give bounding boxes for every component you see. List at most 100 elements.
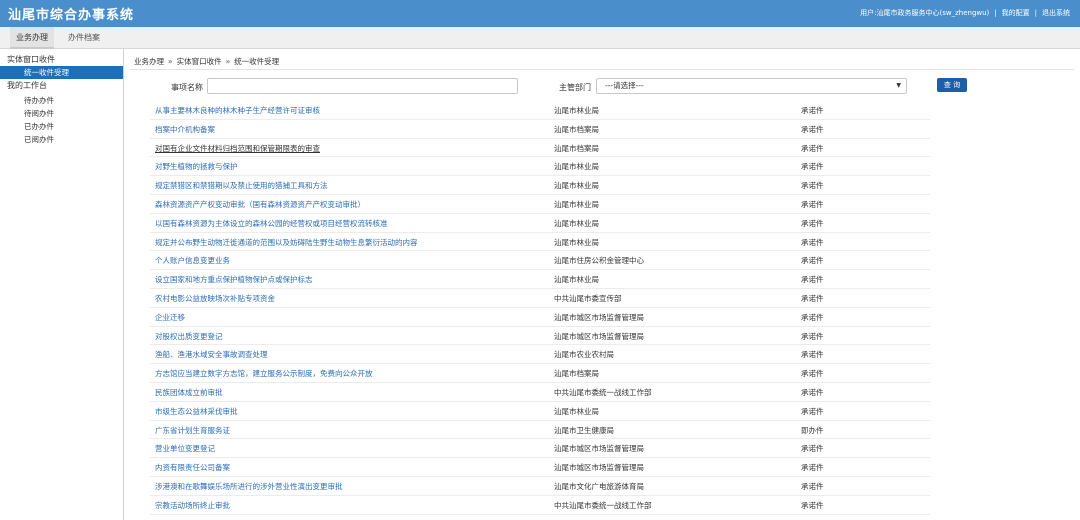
breadcrumb-item[interactable]: 实体窗口收件 xyxy=(177,57,222,66)
item-name-label: 事项名称 xyxy=(171,83,203,92)
list-item: 规定禁猎区和禁猎期以及禁止使用的猎捕工具和方法 汕尾市林业局 承诺件 xyxy=(150,176,930,195)
list-item: 渔船、渔港水域安全事故调查处理 汕尾市农业农村局 承诺件 xyxy=(150,345,930,365)
list-item: 营业单位变更登记 汕尾市城区市场监督管理局 承诺件 xyxy=(150,439,930,459)
user-info-bar: 用户:汕尾市政务服务中心(sw_zhengwu) | 我的配置 | 退出系统 xyxy=(860,8,1070,18)
item-type: 承诺件 xyxy=(801,481,824,491)
list-item: 以国有森林资源为主体设立的森林公园的经营权或项目经营权流转核准 汕尾市林业局 承诺件 xyxy=(150,214,930,233)
item-dept: 汕尾市档案局 xyxy=(554,124,599,134)
logout-link[interactable]: 退出系统 xyxy=(1042,9,1070,17)
item-name-link[interactable]: 对国有企业文件材料归档范围和保管期限表的审查 xyxy=(155,143,320,154)
breadcrumb-divider xyxy=(130,69,1074,70)
sidebar-item-todo[interactable]: 待办办件 xyxy=(0,94,123,107)
item-dept: 汕尾市城区市场监督管理局 xyxy=(554,444,644,454)
list-item: 森林资源资产产权变动审批（国有森林资源资产产权变动审批） 汕尾市林业局 承诺件 xyxy=(150,195,930,214)
item-type: 承诺件 xyxy=(801,218,824,228)
tab-business[interactable]: 业务办理 xyxy=(10,27,54,49)
item-type: 承诺件 xyxy=(801,463,824,473)
list-item: 设立国家和地方重点保护植物保护点或保护标志 汕尾市林业局 承诺件 xyxy=(150,270,930,289)
item-name-link[interactable]: 规定禁猎区和禁猎期以及禁止使用的猎捕工具和方法 xyxy=(155,180,328,191)
sidebar-group-workbench[interactable]: 我的工作台 xyxy=(0,79,123,92)
list-item: 从事主要林木良种的林木种子生产经营许可证审核 汕尾市林业局 承诺件 xyxy=(150,101,930,120)
dept-label: 主管部门 xyxy=(559,83,591,92)
item-name-input[interactable] xyxy=(207,78,518,94)
item-dept: 汕尾市林业局 xyxy=(554,218,599,228)
item-name-link[interactable]: 以国有森林资源为主体设立的森林公园的经营权或项目经营权流转核准 xyxy=(155,218,388,229)
item-name-link[interactable]: 渔船、渔港水域安全事故调查处理 xyxy=(155,349,268,360)
sidebar: 实体窗口收件 统一收件受理 我的工作台 待办办件 待阅办件 已办办件 已阅办件 xyxy=(0,49,124,520)
dept-select-value: ---请选择--- xyxy=(605,81,644,90)
item-type: 即办件 xyxy=(801,425,824,435)
sidebar-item-done[interactable]: 已办办件 xyxy=(0,120,123,133)
item-name-link[interactable]: 营业单位变更登记 xyxy=(155,443,215,454)
tab-archive[interactable]: 办件档案 xyxy=(62,27,106,49)
item-dept: 汕尾市农业农村局 xyxy=(554,350,614,360)
item-type: 承诺件 xyxy=(801,331,824,341)
item-dept: 汕尾市林业局 xyxy=(554,199,599,209)
item-dept: 汕尾市林业局 xyxy=(554,237,599,247)
list-item: 对国有企业文件材料归档范围和保管期限表的审查 汕尾市档案局 承诺件 xyxy=(150,139,930,158)
list-item: 市级生态公益林采伐审批 汕尾市林业局 承诺件 xyxy=(150,402,930,421)
item-type: 承诺件 xyxy=(801,124,824,134)
item-type: 承诺件 xyxy=(801,444,824,454)
item-dept: 汕尾市林业局 xyxy=(554,106,599,115)
item-name-link[interactable]: 档案中介机构备案 xyxy=(155,124,215,135)
breadcrumb-item[interactable]: 业务办理 xyxy=(134,57,164,66)
item-type: 承诺件 xyxy=(801,181,824,191)
item-type: 承诺件 xyxy=(801,106,824,115)
item-name-link[interactable]: 涉港澳和在歌舞娱乐场所进行的涉外营业性演出变更审批 xyxy=(155,481,343,492)
sidebar-group-window-intake[interactable]: 实体窗口收件 xyxy=(0,53,123,66)
item-name-link[interactable]: 设立国家和地方重点保护植物保护点或保护标志 xyxy=(155,274,313,285)
item-name-link[interactable]: 广东省计划生育服务证 xyxy=(155,425,230,436)
item-name-link[interactable]: 规定并公布野生动物迁徙通道的范围以及妨碍陆生野生动物生息繁衍活动的内容 xyxy=(155,237,418,248)
item-name-link[interactable]: 方志馆应当建立数字方志馆，建立服务公示制度，免费向公众开放 xyxy=(155,368,373,379)
my-config-link[interactable]: 我的配置 xyxy=(1002,9,1030,17)
item-type: 承诺件 xyxy=(801,237,824,247)
item-dept: 汕尾市档案局 xyxy=(554,143,599,153)
item-type: 承诺件 xyxy=(801,199,824,209)
item-dept: 汕尾市林业局 xyxy=(554,275,599,285)
item-name-link[interactable]: 对股权出质变更登记 xyxy=(155,331,223,342)
item-name-link[interactable]: 企业迁移 xyxy=(155,312,185,323)
item-name-link[interactable]: 个人账户信息变更业务 xyxy=(155,255,230,266)
list-item: 规定并公布野生动物迁徙通道的范围以及妨碍陆生野生动物生息繁衍活动的内容 汕尾市林业… xyxy=(150,233,930,252)
app-title: 汕尾市综合办事系统 xyxy=(8,8,135,23)
item-type: 承诺件 xyxy=(801,143,824,153)
chevron-down-icon: ▼ xyxy=(896,82,901,89)
main-tab-bar: 业务办理 办件档案 xyxy=(0,27,1080,49)
item-name-link[interactable]: 农村电影公益放映场次补贴专项资金 xyxy=(155,293,275,304)
item-name-link[interactable]: 从事主要林木良种的林木种子生产经营许可证审核 xyxy=(155,105,320,116)
list-item: 对股权出质变更登记 汕尾市城区市场监督管理局 承诺件 xyxy=(150,327,930,346)
item-type: 承诺件 xyxy=(801,369,824,379)
item-dept: 汕尾市卫生健康局 xyxy=(554,425,614,435)
item-type: 承诺件 xyxy=(801,406,824,416)
item-dept: 中共汕尾市委宣传部 xyxy=(554,293,622,303)
sidebar-item-toread[interactable]: 待阅办件 xyxy=(0,107,123,120)
query-button[interactable]: 查 询 xyxy=(937,78,967,92)
list-item: 涉港澳和在歌舞娱乐场所进行的涉外营业性演出变更审批 汕尾市文化广电旅游体育局 承诺件 xyxy=(150,477,930,496)
item-name-link[interactable]: 森林资源资产产权变动审批（国有森林资源资产产权变动审批） xyxy=(155,199,365,210)
item-name-link[interactable]: 对野生植物的拯救与保护 xyxy=(155,161,238,172)
user-bar-separator: | xyxy=(1034,9,1037,17)
item-dept: 中共汕尾市委统一战线工作部 xyxy=(554,500,652,510)
sidebar-item-unified-intake[interactable]: 统一收件受理 xyxy=(0,66,123,79)
item-type: 承诺件 xyxy=(801,350,824,360)
item-dept: 汕尾市文化广电旅游体育局 xyxy=(554,481,644,491)
current-user: 用户:汕尾市政务服务中心(sw_zhengwu) xyxy=(860,9,990,17)
user-bar-separator: | xyxy=(994,9,997,17)
item-type: 承诺件 xyxy=(801,162,824,172)
item-type: 承诺件 xyxy=(801,256,824,266)
item-name-link[interactable]: 市级生态公益林采伐审批 xyxy=(155,406,238,417)
breadcrumb-item: 统一收件受理 xyxy=(234,57,280,66)
list-item: 方志馆应当建立数字方志馆，建立服务公示制度，免费向公众开放 汕尾市档案局 承诺件 xyxy=(150,364,930,383)
list-item: 民族团体成立前审批 中共汕尾市委统一战线工作部 承诺件 xyxy=(150,383,930,402)
item-name-link[interactable]: 内资有限责任公司备案 xyxy=(155,462,230,473)
dept-select[interactable]: ---请选择--- ▼ xyxy=(596,78,907,94)
item-name-link[interactable]: 民族团体成立前审批 xyxy=(155,387,223,398)
sidebar-item-read[interactable]: 已阅办件 xyxy=(0,133,123,146)
item-type: 承诺件 xyxy=(801,387,824,397)
list-item: 个人账户信息变更业务 汕尾市住房公积金管理中心 承诺件 xyxy=(150,251,930,271)
item-dept: 汕尾市林业局 xyxy=(554,181,599,191)
item-dept: 汕尾市林业局 xyxy=(554,162,599,172)
item-name-link[interactable]: 宗教活动场所终止审批 xyxy=(155,500,230,511)
item-dept: 中共汕尾市委统一战线工作部 xyxy=(554,387,652,397)
